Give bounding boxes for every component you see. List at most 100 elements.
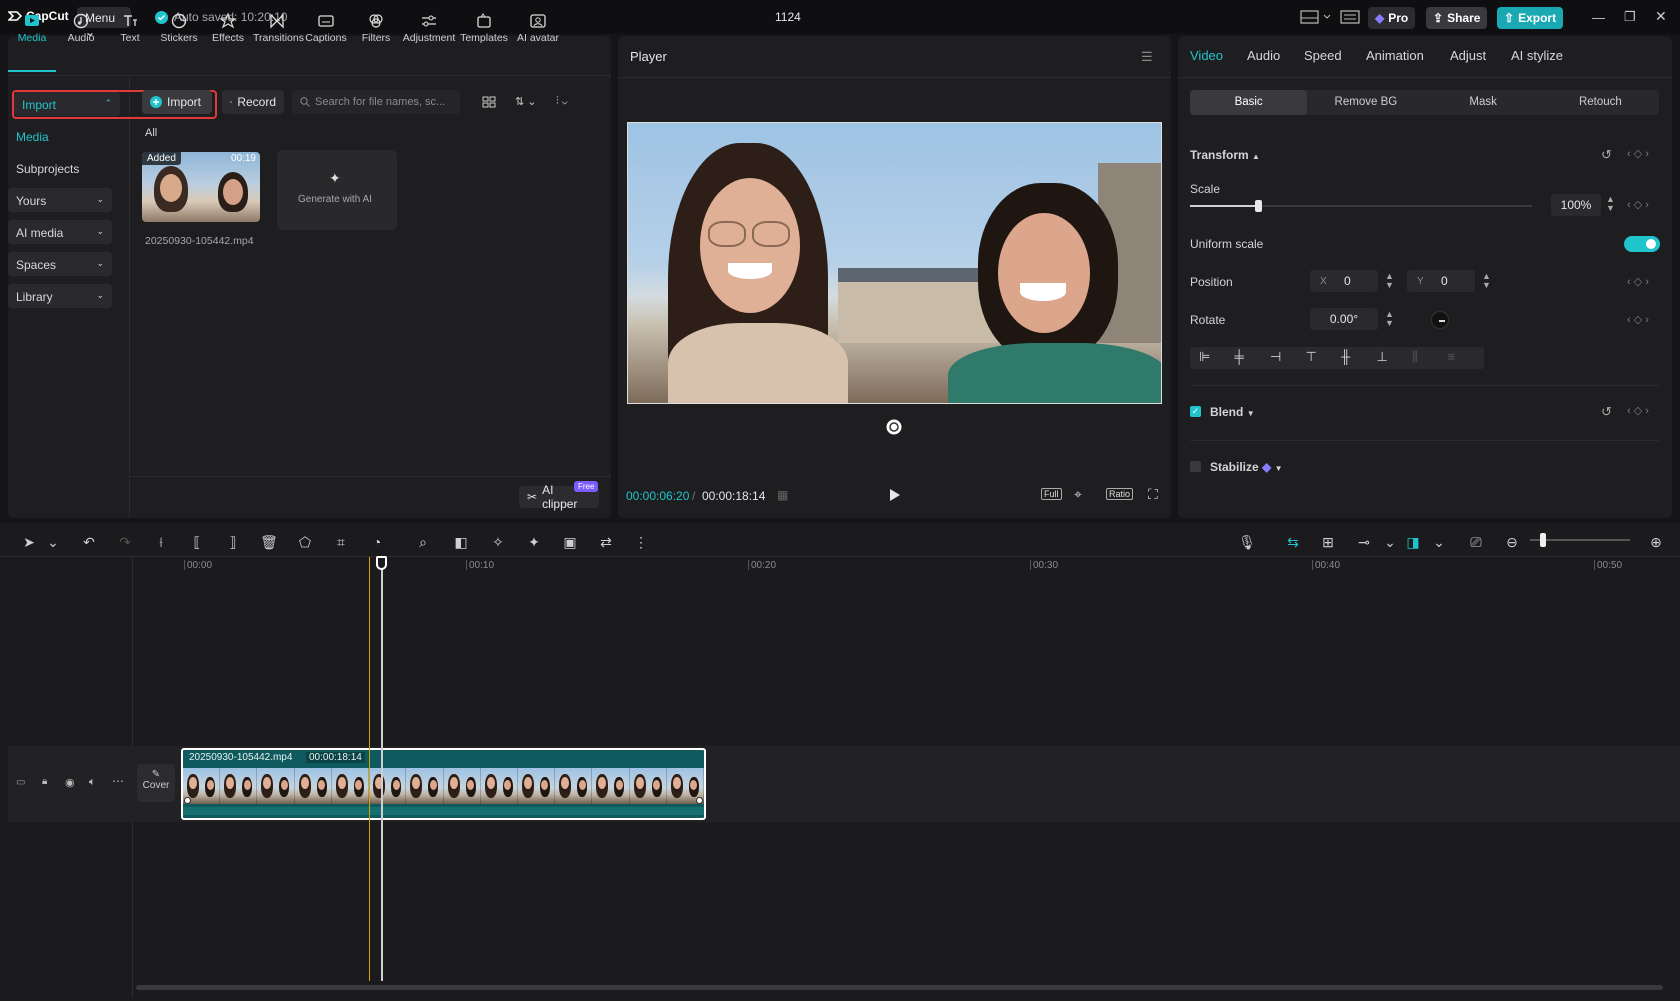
- split-right-icon[interactable]: ⟧: [222, 531, 244, 553]
- ai-cutout-icon[interactable]: ✧: [487, 531, 509, 553]
- keyframe-nav[interactable]: ‹ ◇ ›: [1627, 404, 1649, 417]
- reset-icon[interactable]: ↺: [1601, 147, 1612, 163]
- pro-button[interactable]: ◆ Pro: [1368, 7, 1416, 29]
- subtab-basic[interactable]: Basic: [1190, 90, 1308, 115]
- record-button[interactable]: Record: [222, 90, 284, 114]
- tool-audio[interactable]: Audio: [57, 6, 105, 72]
- maximize-icon[interactable]: ❐: [1624, 9, 1636, 25]
- focus-icon[interactable]: ⌖: [1074, 486, 1082, 503]
- transform-section[interactable]: Transform ▲: [1190, 148, 1260, 162]
- replace-icon[interactable]: ⇄: [595, 531, 617, 553]
- layout-icon[interactable]: [1300, 10, 1342, 24]
- stabilize-checkbox[interactable]: [1190, 461, 1201, 472]
- speed-icon[interactable]: ◔: [366, 531, 388, 553]
- trim-handle-left[interactable]: [184, 797, 191, 804]
- chevron-down-icon[interactable]: ⌄: [1379, 531, 1401, 553]
- hd-icon[interactable]: ▣: [559, 531, 581, 553]
- keyframe-nav[interactable]: ‹ ◇ ›: [1627, 313, 1649, 326]
- playhead[interactable]: [381, 557, 383, 981]
- keyframe-nav[interactable]: ‹ ◇ ›: [1627, 198, 1649, 211]
- crop-icon[interactable]: ⌗: [330, 531, 352, 553]
- subtab-retouch[interactable]: Retouch: [1542, 90, 1659, 115]
- sidebar-spaces[interactable]: Spaces ⌄: [8, 252, 112, 276]
- align-left-icon[interactable]: ⊫: [1199, 349, 1210, 365]
- export-button[interactable]: ⇧ Export: [1497, 7, 1564, 29]
- split-left-icon[interactable]: ⟦: [186, 531, 208, 553]
- waveform-icon[interactable]: ⋮: [630, 531, 652, 553]
- tab-video[interactable]: Video: [1190, 48, 1223, 63]
- scale-stepper[interactable]: ▲ ▼: [1606, 195, 1615, 213]
- subtab-mask[interactable]: Mask: [1425, 90, 1542, 115]
- shortcuts-icon[interactable]: [1340, 10, 1360, 24]
- chevron-down-icon[interactable]: ⌄: [42, 531, 64, 553]
- rotate-stepper[interactable]: ▲ ▼: [1385, 310, 1394, 328]
- keyframe-nav[interactable]: ‹ ◇ ›: [1627, 275, 1649, 288]
- tool-adjustment[interactable]: Adjustment: [401, 6, 457, 72]
- zoom-slider-thumb[interactable]: [1540, 533, 1546, 547]
- ratio-button[interactable]: Ratio: [1106, 488, 1134, 500]
- zoom-in-icon[interactable]: ⊕: [1645, 531, 1667, 553]
- sort-icon[interactable]: ⇅ ⌄: [515, 95, 537, 108]
- trim-handle-right[interactable]: [696, 797, 703, 804]
- blend-label[interactable]: Blend ▼: [1210, 405, 1255, 419]
- video-preview[interactable]: [627, 122, 1162, 404]
- delete-icon[interactable]: 🗑︎: [258, 531, 280, 553]
- microphone-icon[interactable]: 🎙︎: [1236, 531, 1258, 553]
- tool-stickers[interactable]: Stickers: [155, 6, 203, 72]
- tab-speed[interactable]: Speed: [1304, 48, 1342, 63]
- tool-media[interactable]: Media: [8, 6, 56, 72]
- reset-icon[interactable]: ↺: [1601, 404, 1612, 420]
- generate-ai-card[interactable]: ✦ Generate with AI: [277, 150, 397, 230]
- view-grid-icon[interactable]: [482, 95, 496, 109]
- tab-animation[interactable]: Animation: [1366, 48, 1424, 63]
- distribute-v-icon[interactable]: ≡: [1448, 349, 1456, 364]
- align-right-icon[interactable]: ⊣: [1270, 349, 1281, 365]
- chain-icon[interactable]: ⊸: [1353, 531, 1375, 553]
- sidebar-ai-media[interactable]: AI media ⌄: [8, 220, 112, 244]
- align-bottom-icon[interactable]: ⊥: [1377, 349, 1388, 365]
- lock-icon[interactable]: 🔒︎: [42, 776, 47, 787]
- tab-audio[interactable]: Audio: [1247, 48, 1280, 63]
- timeline-clip[interactable]: 20250930-105442.mp4 00:00:18:14: [181, 748, 706, 820]
- position-y-stepper[interactable]: ▲ ▼: [1482, 272, 1491, 290]
- tab-ai-stylize[interactable]: AI stylize: [1511, 48, 1563, 63]
- volume-icon[interactable]: 🔈︎: [89, 776, 96, 789]
- sidebar-library[interactable]: Library ⌄: [8, 284, 112, 308]
- select-tool-icon[interactable]: ➤: [18, 531, 40, 553]
- filter-icon[interactable]: ⫶ ⌄: [556, 95, 568, 108]
- share-button[interactable]: ⇪ Share: [1426, 7, 1488, 29]
- tool-effects[interactable]: Effects: [204, 6, 252, 72]
- distribute-h-icon[interactable]: ⫼: [1412, 349, 1418, 365]
- tool-transitions[interactable]: Transitions: [253, 6, 304, 72]
- tool-templates[interactable]: Templates: [455, 6, 513, 72]
- magnet-icon[interactable]: ⊞: [1317, 531, 1339, 553]
- fullscreen-icon[interactable]: ⛶: [1148, 486, 1158, 503]
- magic-icon[interactable]: ✦: [523, 531, 545, 553]
- caption-icon[interactable]: ⎚: [1465, 531, 1487, 553]
- align-center-v-icon[interactable]: ╫: [1341, 349, 1350, 364]
- align-center-h-icon[interactable]: ╪: [1235, 349, 1244, 364]
- tool-ai-avatar[interactable]: AI avatar: [514, 6, 562, 72]
- media-clip-thumbnail[interactable]: Added 00:19: [142, 152, 260, 222]
- tab-adjust[interactable]: Adjust: [1450, 48, 1486, 63]
- track-toggle-icon[interactable]: ▭: [16, 777, 25, 788]
- rotate-handle-icon[interactable]: [886, 419, 902, 435]
- scale-slider-thumb[interactable]: [1255, 200, 1263, 212]
- minimize-icon[interactable]: —: [1592, 10, 1605, 25]
- cover-button[interactable]: ✎ Cover: [137, 764, 175, 802]
- marker-icon[interactable]: ⬠: [294, 531, 316, 553]
- subtab-remove-bg[interactable]: Remove BG: [1307, 90, 1424, 115]
- sidebar-subprojects[interactable]: Subprojects: [8, 156, 112, 180]
- stabilize-label[interactable]: Stabilize ◆ ▼: [1210, 460, 1283, 474]
- search-input[interactable]: Search for file names, sc...: [292, 90, 460, 114]
- undo-icon[interactable]: ↶: [78, 531, 100, 553]
- position-x-stepper[interactable]: ▲ ▼: [1385, 272, 1394, 290]
- timecode-grid-icon[interactable]: ▦: [777, 488, 788, 502]
- sidebar-media[interactable]: Media: [8, 124, 112, 148]
- position-y-field[interactable]: Y0: [1407, 270, 1475, 292]
- blend-checkbox[interactable]: ✓: [1190, 406, 1201, 417]
- rotate-dial[interactable]: [1431, 311, 1449, 329]
- mirror-icon[interactable]: ◧: [450, 531, 472, 553]
- timeline-scrollbar[interactable]: [136, 985, 1663, 990]
- zoom-out-icon[interactable]: ⊖: [1501, 531, 1523, 553]
